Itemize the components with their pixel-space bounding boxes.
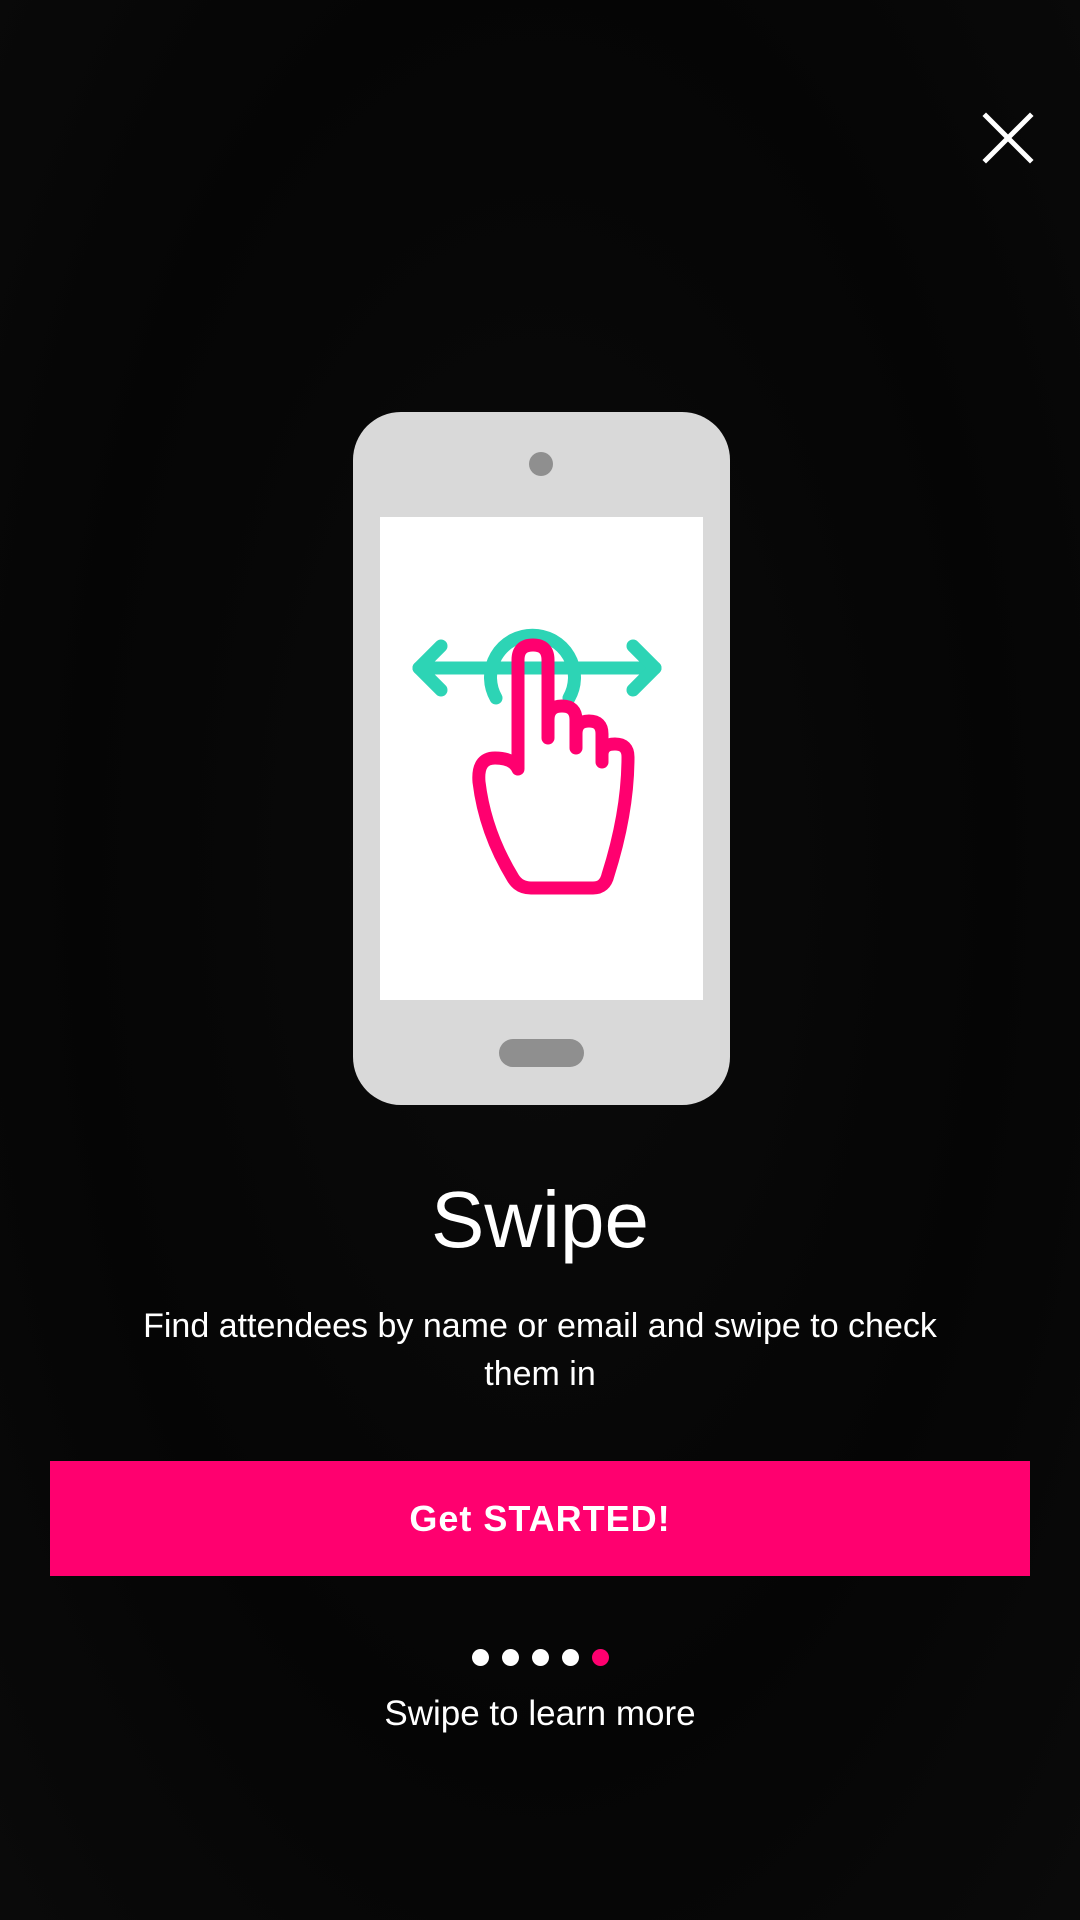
phone-home-button — [499, 1039, 584, 1067]
phone-screen — [380, 517, 703, 1000]
swipe-hint: Swipe to learn more — [384, 1694, 696, 1733]
page-indicator-dot[interactable] — [471, 1649, 489, 1666]
close-button[interactable] — [980, 110, 1036, 166]
close-icon — [982, 112, 1034, 164]
phone-camera — [529, 452, 553, 476]
onboarding-description: Find attendees by name or email and swip… — [143, 1307, 937, 1393]
page-indicator-dot[interactable] — [501, 1649, 519, 1666]
phone-swipe-illustration — [353, 412, 730, 1105]
page-indicator[interactable] — [0, 1649, 1080, 1666]
onboarding-title: Swipe — [431, 1175, 649, 1264]
page-indicator-dot-active[interactable] — [591, 1649, 609, 1666]
page-indicator-dot[interactable] — [531, 1649, 549, 1666]
get-started-button[interactable]: Get STARTED! — [50, 1461, 1030, 1576]
onboarding-screen[interactable]: Swipe Find attendees by name or email an… — [0, 0, 1080, 1920]
page-indicator-dot[interactable] — [561, 1649, 579, 1666]
